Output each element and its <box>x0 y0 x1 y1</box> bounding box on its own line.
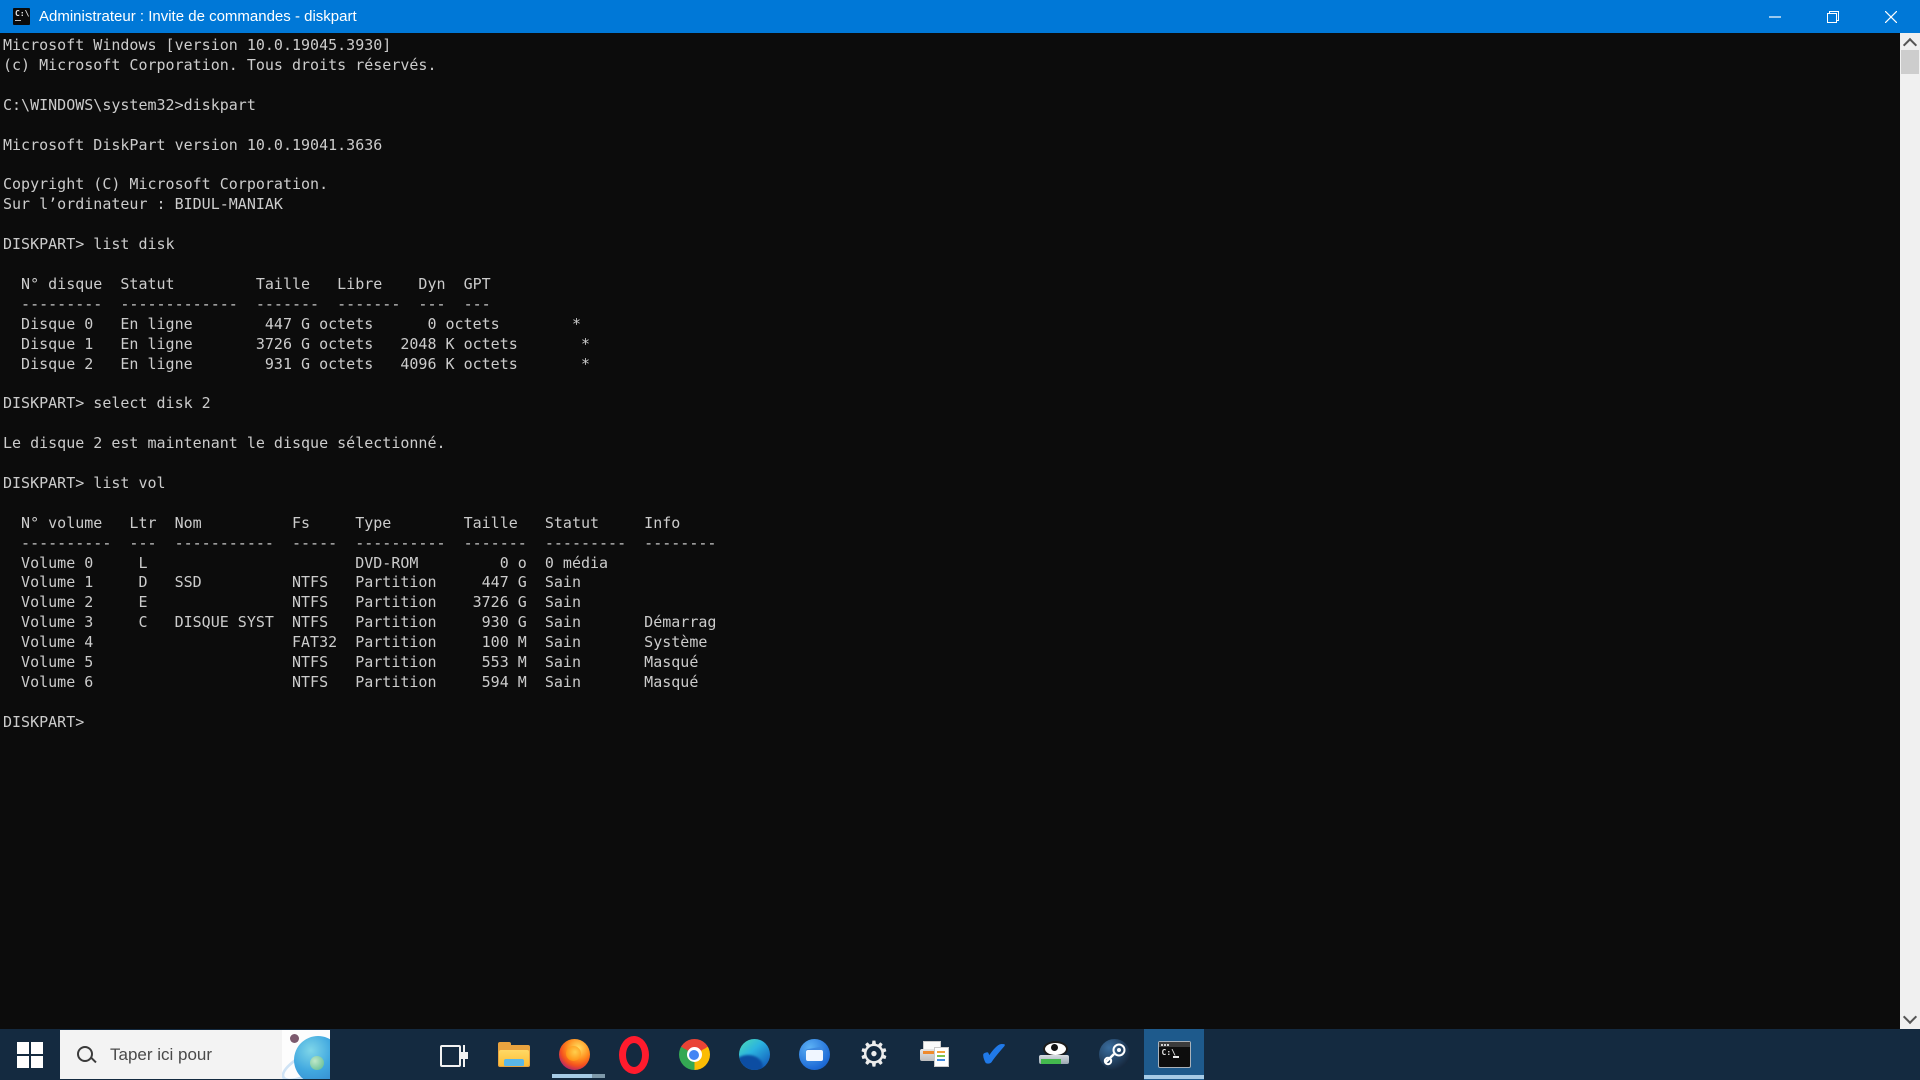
taskbar-item-opera[interactable] <box>604 1029 664 1080</box>
firefox-running-indicator-2 <box>592 1074 605 1078</box>
check-icon: ✔ <box>979 1035 1009 1074</box>
restore-button[interactable] <box>1804 0 1862 33</box>
console-scrollbar[interactable] <box>1900 33 1920 1029</box>
steam-icon <box>1098 1039 1130 1070</box>
search-highlight-planet-image[interactable] <box>282 1030 330 1079</box>
command-prompt-icon: C:\ <box>1157 1041 1191 1068</box>
file-explorer-icon <box>498 1042 530 1067</box>
taskbar-item-firefox[interactable] <box>544 1029 604 1080</box>
gear-icon: ⚙ <box>858 1035 890 1074</box>
window-titlebar[interactable]: C:\ Administrateur : Invite de commandes… <box>0 0 1920 33</box>
taskbar-item-edge[interactable] <box>724 1029 784 1080</box>
thunderbird-icon <box>798 1039 830 1070</box>
search-icon <box>76 1045 97 1065</box>
taskbar-item-printer-tool[interactable] <box>904 1029 964 1080</box>
close-button[interactable] <box>1862 0 1920 33</box>
taskbar-item-settings[interactable]: ⚙ <box>844 1029 904 1080</box>
hardware-monitor-icon <box>1039 1040 1069 1069</box>
taskbar-item-task-view[interactable] <box>424 1029 484 1080</box>
firefox-running-indicator <box>552 1074 592 1078</box>
task-view-icon <box>440 1043 468 1067</box>
close-icon <box>1885 10 1897 23</box>
windows-logo-icon <box>17 1041 43 1068</box>
taskbar-search-input[interactable]: Taper ici pour <box>60 1030 330 1079</box>
cmd-window-icon: C:\ <box>13 8 30 25</box>
chrome-icon <box>678 1039 710 1070</box>
scrollbar-thumb[interactable] <box>1901 50 1919 74</box>
opera-icon <box>619 1035 649 1074</box>
console-output: Microsoft Windows [version 10.0.19045.39… <box>3 36 717 731</box>
taskbar: Taper ici pour ⚙ ✔ C:\ <box>0 1029 1920 1080</box>
taskbar-item-file-explorer[interactable] <box>484 1029 544 1080</box>
cmd-active-indicator <box>1144 1075 1204 1079</box>
taskbar-item-steam[interactable] <box>1084 1029 1144 1080</box>
taskbar-item-hardware-monitor[interactable] <box>1024 1029 1084 1080</box>
edge-icon <box>738 1039 770 1070</box>
desktop: C:\ Administrateur : Invite de commandes… <box>0 0 1920 1080</box>
restore-icon <box>1827 10 1839 23</box>
console-area[interactable]: Microsoft Windows [version 10.0.19045.39… <box>0 33 1900 1029</box>
taskbar-item-chrome[interactable] <box>664 1029 724 1080</box>
search-placeholder: Taper ici pour <box>110 1044 213 1064</box>
scroll-down-icon[interactable] <box>1902 1009 1918 1025</box>
start-button[interactable] <box>0 1029 60 1080</box>
minimize-icon <box>1769 15 1781 18</box>
minimize-button[interactable] <box>1746 0 1804 33</box>
firefox-icon <box>558 1039 590 1070</box>
taskbar-item-thunderbird[interactable] <box>784 1029 844 1080</box>
printer-icon <box>919 1040 949 1069</box>
taskbar-item-command-prompt-active[interactable]: C:\ <box>1144 1029 1204 1080</box>
window-title: Administrateur : Invite de commandes - d… <box>39 8 357 25</box>
taskbar-item-check-app[interactable]: ✔ <box>964 1029 1024 1080</box>
